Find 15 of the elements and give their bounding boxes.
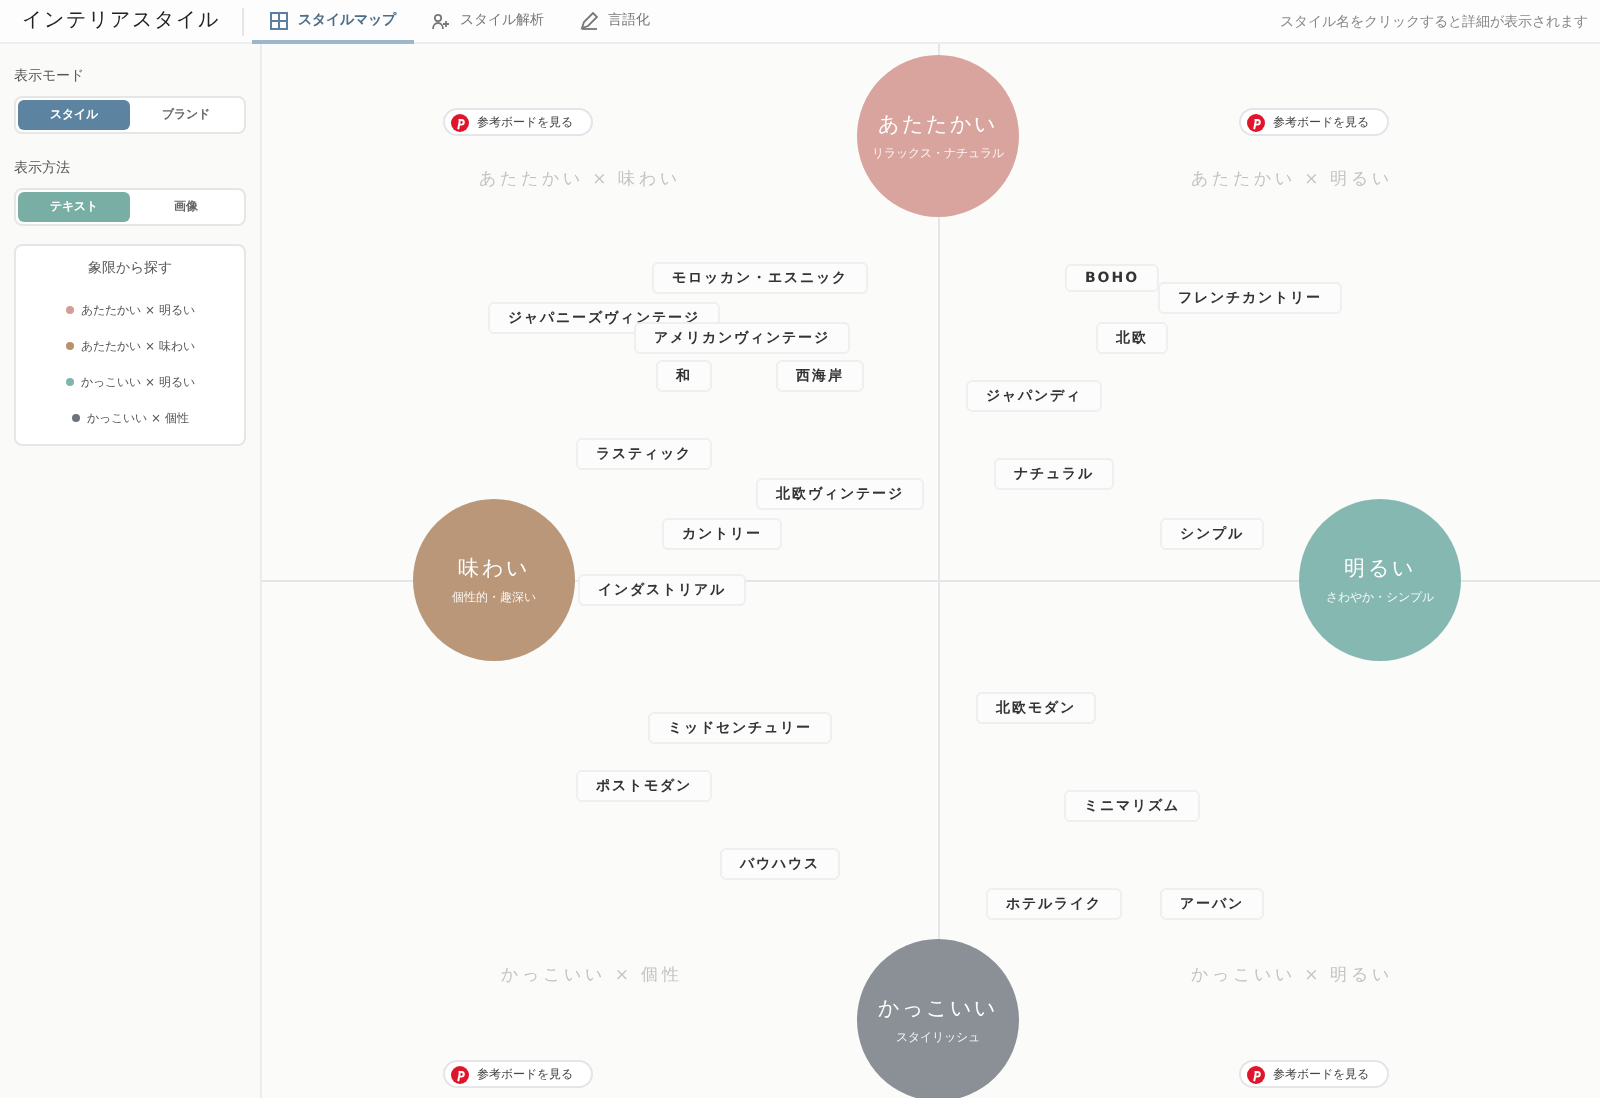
pen-icon bbox=[580, 11, 598, 29]
pin-logo-icon bbox=[1247, 1065, 1265, 1083]
quadrant-label: かっこいい × 個性 bbox=[501, 964, 683, 988]
axis-title: かっこいい bbox=[878, 994, 998, 1022]
axis-title: 明るい bbox=[1344, 554, 1416, 582]
pin-logo-icon bbox=[451, 1065, 469, 1083]
axis-title: あたたかい bbox=[878, 110, 998, 138]
pin-logo-icon bbox=[451, 113, 469, 131]
quadrant-label: あたたかい × 明るい bbox=[1190, 168, 1394, 192]
app-title: インテリアスタイル bbox=[0, 7, 244, 35]
quadrant-label: あたたかい × 味わい bbox=[478, 168, 682, 192]
axis-title: 味わい bbox=[458, 554, 530, 582]
quadrant-label: かっこいい × 明るい bbox=[1190, 964, 1394, 988]
pin-logo-icon bbox=[1247, 113, 1265, 131]
grid-icon bbox=[270, 11, 288, 29]
